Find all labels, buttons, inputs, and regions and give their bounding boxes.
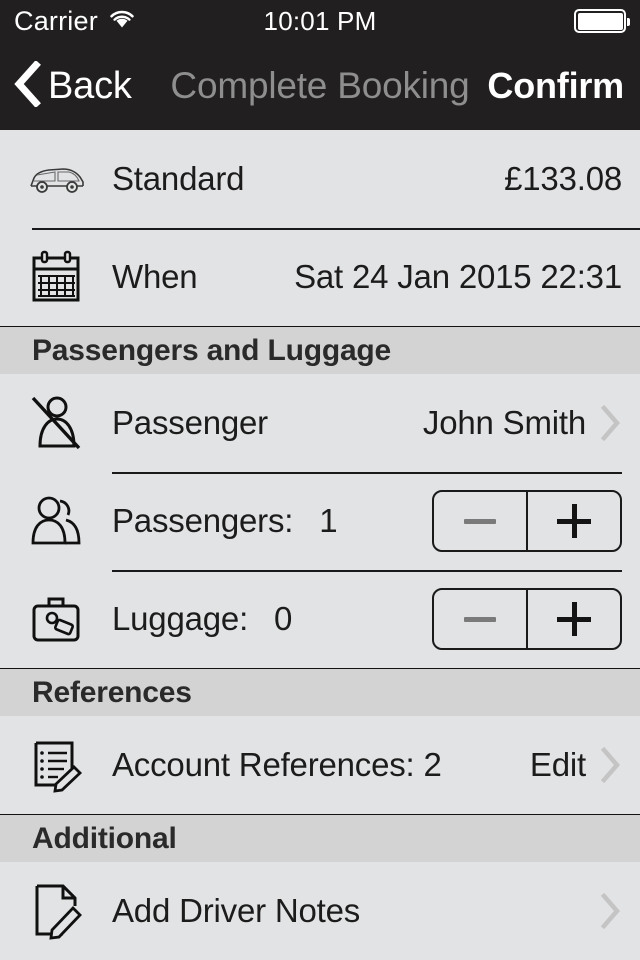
passengers-increment-button[interactable] <box>528 492 620 550</box>
row-separator <box>112 472 622 474</box>
wifi-icon <box>108 8 136 35</box>
battery-full-icon <box>574 9 630 33</box>
row-passenger[interactable]: Passenger John Smith <box>0 374 640 472</box>
back-button[interactable]: Back <box>0 59 132 112</box>
chevron-right-icon <box>600 892 622 930</box>
chevron-right-icon <box>600 746 622 784</box>
calendar-icon <box>0 249 112 305</box>
battery-fill <box>577 12 623 30</box>
passenger-value-group: John Smith <box>423 404 622 442</box>
row-add-driver-notes[interactable]: Add Driver Notes <box>0 862 640 960</box>
driver-notes-value-group <box>586 892 622 930</box>
section-header-passengers-luggage: Passengers and Luggage <box>0 326 640 374</box>
row-label: Account References: 2 <box>112 746 442 783</box>
plus-icon <box>557 602 591 636</box>
status-bar: Carrier 10:01 PM <box>0 0 640 42</box>
people-icon <box>0 495 112 547</box>
luggage-icon <box>0 592 112 646</box>
row-account-references[interactable]: Account References: 2 Edit <box>0 716 640 814</box>
passengers-stepper[interactable] <box>432 490 622 552</box>
row-separator <box>112 570 622 572</box>
minus-icon <box>464 518 496 524</box>
row-luggage-count: Luggage: 0 <box>0 570 640 668</box>
vehicle-price-value: £133.08 <box>504 160 622 197</box>
row-label: When <box>112 258 198 295</box>
back-button-label: Back <box>48 65 132 107</box>
when-value: Sat 24 Jan 2015 22:31 <box>294 258 622 295</box>
note-edit-icon <box>0 882 112 940</box>
luggage-stepper[interactable] <box>432 588 622 650</box>
document-edit-icon <box>0 737 112 793</box>
chevron-left-icon <box>12 59 42 112</box>
row-label: Add Driver Notes <box>112 892 361 929</box>
luggage-count-value: 0 <box>274 600 293 637</box>
plus-icon <box>557 504 591 538</box>
row-label: Passengers: <box>112 502 294 539</box>
section-header-additional: Additional <box>0 814 640 862</box>
status-bar-left: Carrier <box>14 5 136 36</box>
carrier-label: Carrier <box>14 5 98 36</box>
edit-label[interactable]: Edit <box>530 746 586 784</box>
passengers-count-value: 1 <box>319 502 338 539</box>
car-icon <box>0 162 112 196</box>
row-label: Luggage: <box>112 600 249 637</box>
minus-icon <box>464 616 496 622</box>
row-label: Standard <box>112 160 245 197</box>
section-header-references: References <box>0 668 640 716</box>
seatbelt-passenger-icon <box>0 394 112 452</box>
row-label: Passenger <box>112 404 268 441</box>
status-bar-right <box>574 9 630 33</box>
row-passengers-count: Passengers: 1 <box>0 472 640 570</box>
passengers-decrement-button[interactable] <box>434 492 528 550</box>
chevron-right-icon <box>600 404 622 442</box>
luggage-increment-button[interactable] <box>528 590 620 648</box>
references-value-group: Edit <box>530 746 622 784</box>
row-separator <box>32 228 640 230</box>
luggage-decrement-button[interactable] <box>434 590 528 648</box>
confirm-button[interactable]: Confirm <box>487 65 640 107</box>
navigation-bar: Back Complete Booking Confirm <box>0 42 640 130</box>
passenger-name-value: John Smith <box>422 404 586 441</box>
booking-table: Standard £133.08 When Sat 24 Jan 2015 22… <box>0 130 640 960</box>
app-screen: Carrier 10:01 PM Back Complete Booking C… <box>0 0 640 960</box>
row-when[interactable]: When Sat 24 Jan 2015 22:31 <box>0 228 640 326</box>
row-vehicle-class[interactable]: Standard £133.08 <box>0 130 640 228</box>
